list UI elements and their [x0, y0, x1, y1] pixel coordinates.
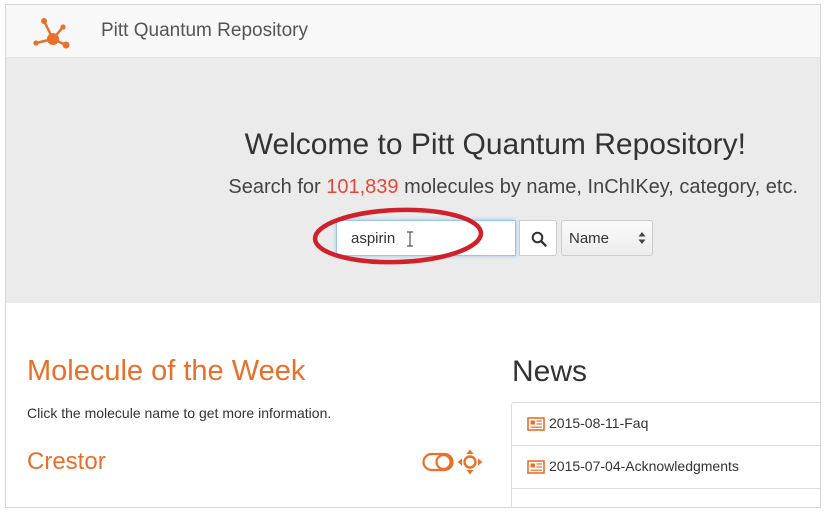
- navbar: Pitt Quantum Repository: [6, 5, 820, 58]
- hero-subtitle: Search for 101,839 molecules by name, In…: [6, 176, 798, 199]
- app-window: Pitt Quantum Repository Welcome to Pitt …: [6, 5, 820, 507]
- toggle-icon[interactable]: [422, 452, 454, 472]
- news-item-label: 2015-07-04-Acknowledgments: [549, 458, 739, 474]
- news-heading: News: [512, 355, 588, 388]
- molecule-name-link[interactable]: Crestor: [27, 448, 106, 476]
- molecule-of-week-heading: Molecule of the Week: [27, 355, 306, 387]
- brand-link[interactable]: Pitt Quantum Repository: [101, 20, 308, 42]
- news-item-label: 2015-08-11-Faq: [549, 415, 649, 431]
- news-item[interactable]: 2015-08-11-Faq: [512, 403, 820, 446]
- move-icon[interactable]: [457, 449, 483, 475]
- molecule-of-week-description: Click the molecule name to get more info…: [27, 405, 332, 421]
- search-button[interactable]: [519, 220, 557, 256]
- newspaper-icon: [527, 417, 545, 431]
- search-type-select[interactable]: Name: [561, 220, 653, 256]
- highlight-annotation: [312, 207, 484, 265]
- search-icon: [531, 231, 547, 247]
- molecule-logo-icon[interactable]: [30, 13, 70, 53]
- page-title: Welcome to Pitt Quantum Repository!: [244, 128, 746, 161]
- news-list: 2015-08-11-Faq 2015-07-04-Acknowledgment…: [511, 402, 820, 507]
- subtitle-suffix: molecules by name, InChIKey, category, e…: [404, 176, 798, 198]
- select-value: Name: [569, 230, 610, 247]
- newspaper-icon: [527, 460, 545, 474]
- news-item[interactable]: 2015-07-04-Acknowledgments: [512, 446, 820, 489]
- subtitle-prefix: Search for: [228, 176, 321, 198]
- select-arrows-icon: [638, 232, 646, 244]
- molecule-count: 101,839: [326, 176, 399, 198]
